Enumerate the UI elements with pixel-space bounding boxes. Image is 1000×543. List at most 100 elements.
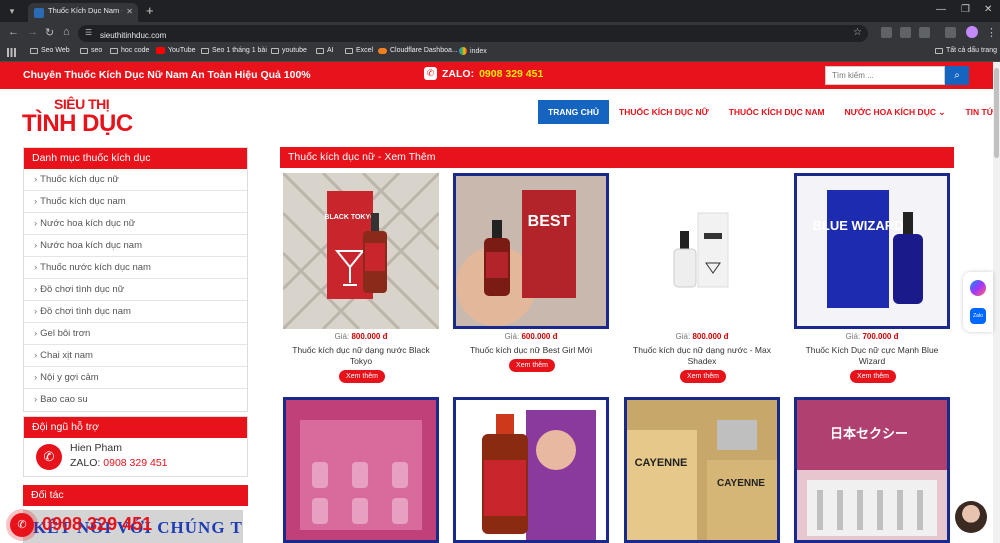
support-phone[interactable]: 0908 329 451 [103,457,167,469]
profile-avatar[interactable] [966,26,978,38]
apps-grid-icon[interactable] [7,48,16,57]
product-card[interactable]: BEST Giá: 600.000 đ Thuốc kích dục nữ Be… [453,173,611,386]
all-bookmarks[interactable]: Tất cả dấu trang [935,47,997,54]
nav-home[interactable]: TRANG CHỦ [538,100,609,124]
zalo-contact[interactable]: ✆ ZALO: 0908 329 451 [424,67,543,80]
product-name[interactable]: Thuốc kích dục nữ dạng nước - Max Shadex [624,345,780,367]
product-name[interactable]: Thuốc kích dục nữ Best Girl Mới [453,345,609,356]
product-image[interactable]: BLACK TOKYO [283,173,439,329]
tab-search-icon[interactable]: ▾ [5,4,19,18]
support-contact[interactable]: ✆ Hien Pham ZALO: 0908 329 451 [24,438,247,476]
category-item[interactable]: › Nước hoa kích dục nữ [24,213,247,235]
home-icon[interactable]: ⌂ [63,26,70,38]
category-item[interactable]: › Thuốc kích dục nữ [24,169,247,191]
product-image[interactable]: CAYENNE CAYENNE [624,397,780,543]
browser-tab[interactable]: Thuốc Kích Dục Nam - Nữ | Cu... ✕ [28,3,138,22]
view-more-button[interactable]: Xem thêm [339,370,385,383]
category-item[interactable]: › Thuốc kích dục nam [24,191,247,213]
nav-female[interactable]: THUỐC KÍCH DỤC NỮ [609,100,719,124]
site-info-icon[interactable]: ☰ [85,28,95,38]
bookmark-ai[interactable]: AI [316,47,334,54]
category-item[interactable]: › Gel bôi trơn [24,323,247,345]
product-card[interactable]: BLACK TOKYO Giá: 800.000 đ Thuốc kích dụ… [283,173,441,386]
chevron-right-icon: › [34,350,38,361]
menu-dots-icon[interactable]: ⋮ [986,26,997,39]
product-image[interactable]: BEST [453,173,609,329]
extension-icon[interactable] [881,27,892,38]
view-more-button[interactable]: Xem thêm [850,370,896,383]
search-button[interactable]: ⌕ [945,66,969,85]
bookmark-cloudflare[interactable]: Cloudflare Dashboa... [378,47,458,54]
favicon-icon [34,8,44,18]
category-item[interactable]: › Chai xịt nam [24,345,247,367]
search-input[interactable] [825,66,945,85]
product-image-best-girl: BEST [456,176,606,326]
zalo-icon[interactable]: Zalo [970,308,986,324]
product-card[interactable]: BLUE WIZARD Giá: 700.000 đ Thuốc Kích Dụ… [794,173,952,386]
restore-icon[interactable]: ❐ [961,4,970,15]
messenger-icon[interactable] [970,280,986,296]
bookmark-hoc-code[interactable]: hoc code [110,47,149,54]
category-item[interactable]: › Đồ chơi tình dục nữ [24,279,247,301]
product-name[interactable]: Thuốc kích dục nữ dạng nước Black Tokyo [283,345,439,367]
window-close-icon[interactable]: ✕ [984,4,992,15]
nav-male[interactable]: THUỐC KÍCH DỤC NAM [719,100,835,124]
product-image[interactable] [453,397,609,543]
chat-avatar[interactable] [955,501,987,533]
category-item[interactable]: › Đồ chơi tình dục nam [24,301,247,323]
view-more-button[interactable]: Xem thêm [509,359,555,372]
bookmark-star-icon[interactable]: ☆ [853,27,862,38]
category-item[interactable]: › Bao cao su [24,389,247,411]
bookmark-seo[interactable]: seo [80,47,102,54]
slogan: Chuyên Thuốc Kích Dục Nữ Nam An Toàn Hiệ… [23,69,311,81]
sidebar-icon[interactable] [945,27,956,38]
bookmark-youtube-folder[interactable]: youtube [271,47,307,54]
category-item[interactable]: › Thuốc nước kích dục nam [24,257,247,279]
bookmark-seo-1-thang[interactable]: Seo 1 tháng 1 bài [201,47,267,54]
product-image[interactable] [283,397,439,543]
folder-icon [271,47,279,54]
scroll-thumb[interactable] [994,68,999,158]
bookmark-excel[interactable]: Excel [345,47,373,54]
folder-icon [110,47,118,54]
bookmark-youtube[interactable]: YouTube [156,47,196,54]
close-tab-icon[interactable]: ✕ [126,7,133,16]
product-image[interactable]: BLUE WIZARD [794,173,950,329]
forward-icon[interactable]: → [27,26,38,38]
reload-icon[interactable]: ↻ [45,26,54,39]
nav-perfume[interactable]: NƯỚC HOA KÍCH DỤC ⌄ [835,100,956,124]
nav-news[interactable]: TIN TỨC [955,100,993,124]
category-item[interactable]: › Nội y gợi cảm [24,367,247,389]
floating-phone-button[interactable]: ✆ [10,513,34,537]
bookmark-index[interactable]: index [459,47,487,55]
view-more-button[interactable]: Xem thêm [680,370,726,383]
zalo-phone[interactable]: 0908 329 451 [479,68,543,80]
address-bar: ← → ↻ ⌂ ☰ sieuthitinhduc.com ☆ ⋮ [0,22,1000,44]
back-icon[interactable]: ← [8,26,19,38]
site-logo[interactable]: SIÊU THỊ TÌNH DỤC [22,96,142,137]
section-title[interactable]: Thuốc kích dục nữ - Xem Thêm [280,147,954,168]
product-card[interactable] [453,397,611,543]
omnibox[interactable]: ☰ sieuthitinhduc.com ☆ [78,25,868,42]
product-image[interactable] [624,173,780,329]
product-image[interactable]: 日本セクシー [794,397,950,543]
product-card[interactable]: 日本セクシー [794,397,952,543]
product-price-row: Giá: 700.000 đ [845,332,899,341]
extension-icon[interactable] [900,27,911,38]
product-card[interactable]: CAYENNE CAYENNE [624,397,782,543]
page-scrollbar[interactable] [993,62,1000,543]
extensions-puzzle-icon[interactable] [919,27,930,38]
bookmark-seo-web[interactable]: Seo Web [30,47,70,54]
new-tab-button[interactable]: + [146,3,154,18]
chevron-right-icon: › [34,262,38,273]
category-item[interactable]: › Nước hoa kích dục nam [24,235,247,257]
product-price: 600.000 đ [521,332,558,341]
product-card[interactable]: Giá: 800.000 đ Thuốc kích dục nữ dạng nư… [624,173,782,386]
category-title: Danh mục thuốc kích dục [24,148,247,169]
folder-icon [30,47,38,54]
floating-phone-number[interactable]: 0908 329 451 [42,514,152,535]
product-name[interactable]: Thuốc Kích Dục nữ cực Mạnh Blue Wizard [794,345,950,367]
product-card[interactable] [283,397,441,543]
cloudflare-icon [378,47,387,54]
minimize-icon[interactable]: — [936,4,946,15]
